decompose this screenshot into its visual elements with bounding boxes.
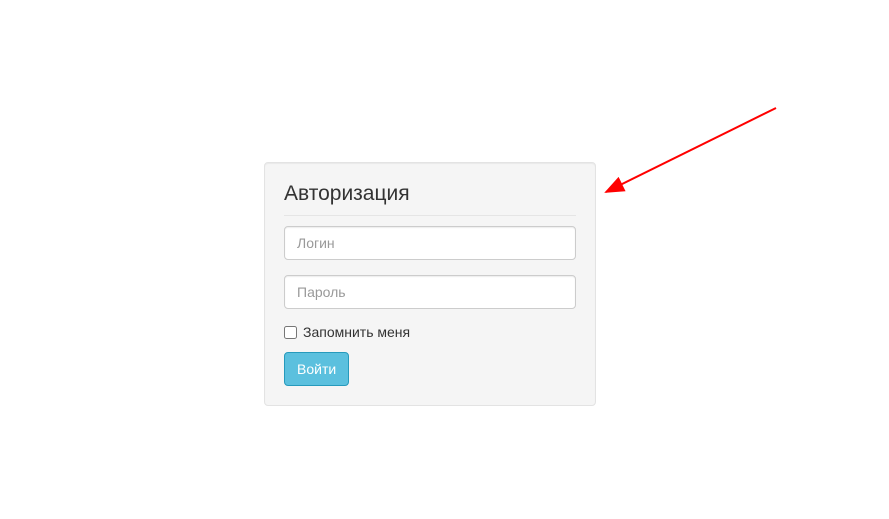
password-group [284, 275, 576, 309]
login-panel: Авторизация Запомнить меня Войти [264, 162, 596, 406]
submit-button[interactable]: Войти [284, 352, 349, 386]
username-group [284, 226, 576, 260]
password-input[interactable] [284, 275, 576, 309]
panel-title: Авторизация [284, 182, 576, 216]
remember-label[interactable]: Запомнить меня [303, 324, 410, 340]
username-input[interactable] [284, 226, 576, 260]
remember-row: Запомнить меня [284, 324, 576, 340]
arrow-icon [596, 100, 786, 200]
remember-checkbox[interactable] [284, 326, 297, 339]
